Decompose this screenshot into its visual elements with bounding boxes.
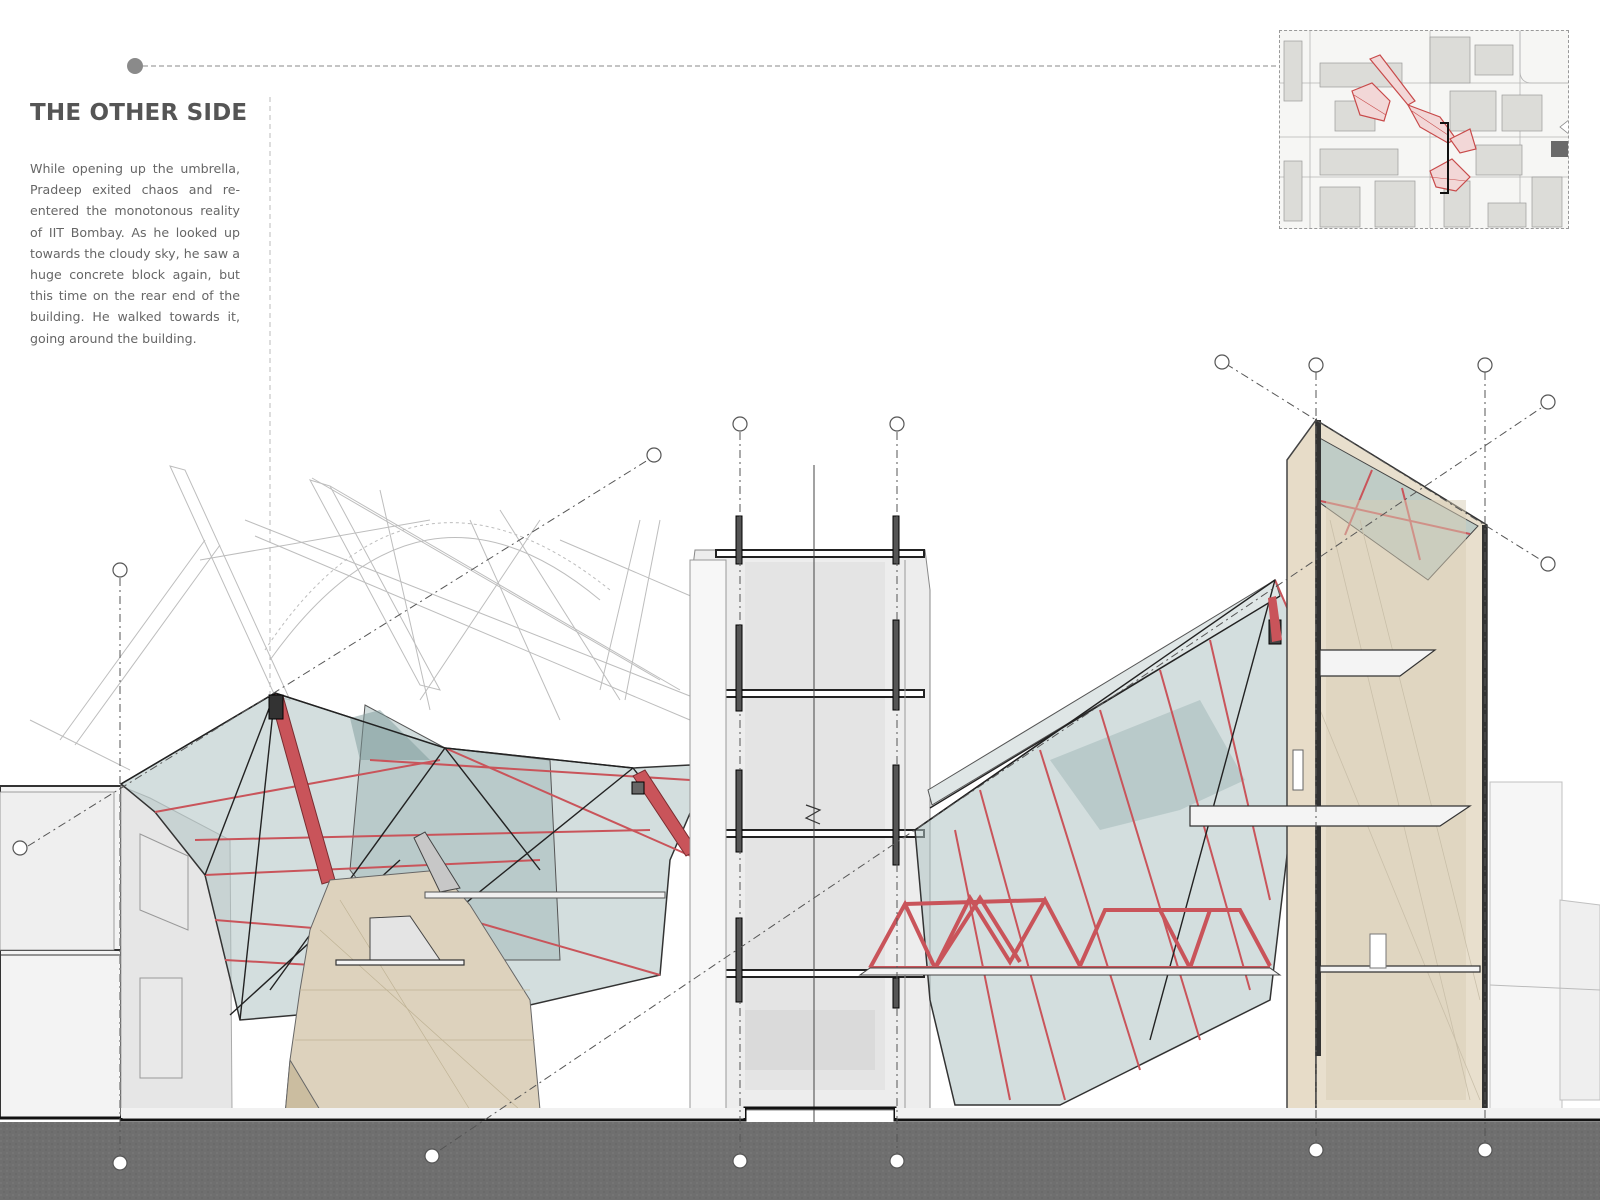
key-map: [1279, 30, 1569, 229]
keymap-plan: [1280, 31, 1568, 228]
existing-building-right: [1489, 781, 1600, 1113]
narrative-paragraph: While opening up the umbrella, Pradeep e…: [30, 161, 240, 346]
truss-deck: [858, 967, 1282, 976]
existing-building-left: [0, 785, 122, 1119]
page-title: THE OTHER SIDE: [30, 100, 248, 126]
concrete-tower: [689, 465, 931, 1160]
drawing-board: THE OTHER SIDE While opening up the umbr…: [0, 0, 1600, 1200]
glass-volume-right: [914, 578, 1311, 1106]
ground: [0, 1122, 1600, 1200]
